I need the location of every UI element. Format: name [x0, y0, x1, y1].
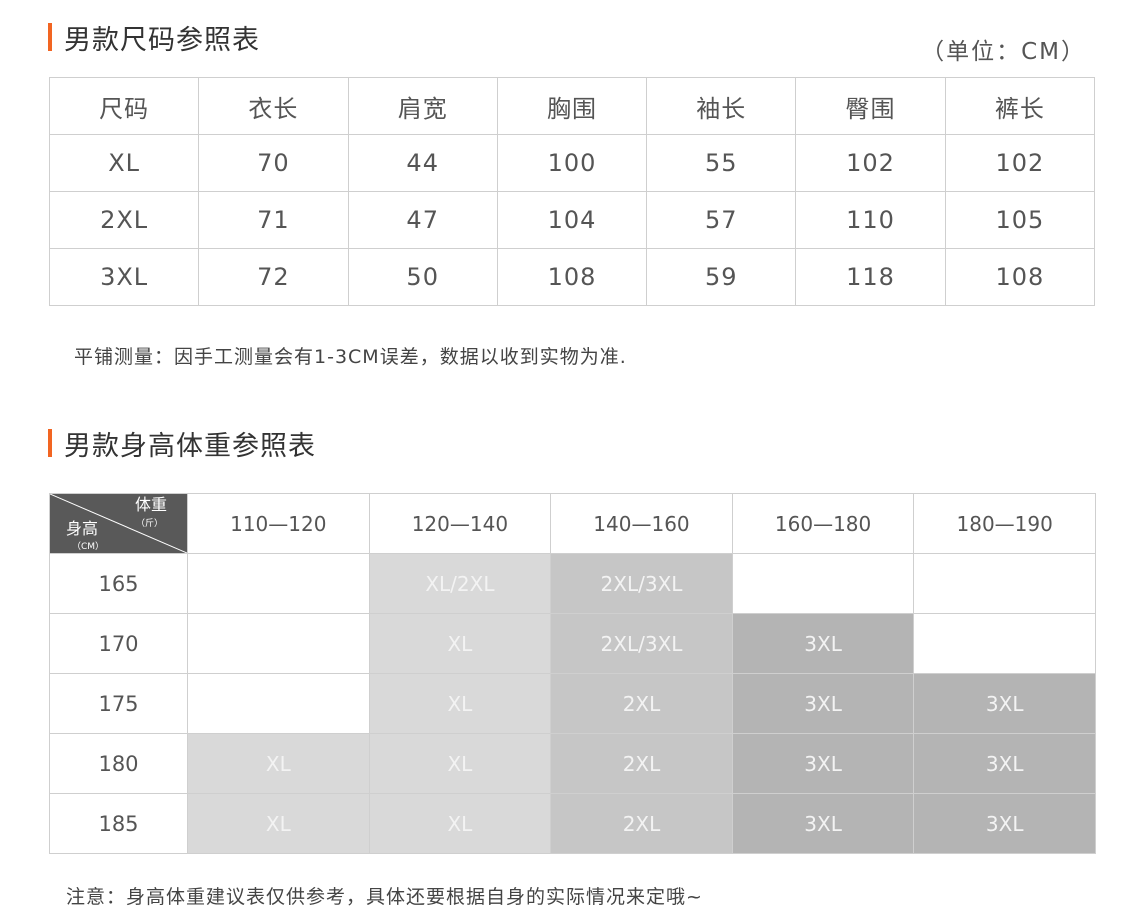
size-chart-cell: XL	[48, 134, 200, 192]
size-chart-row: XL 70 44 100 55 102 102	[48, 134, 1096, 192]
size-suggestion-cell: XL	[368, 733, 552, 794]
title-accent-bar	[48, 23, 52, 51]
size-chart-cell: 102	[795, 134, 946, 192]
size-chart-header-cell: 臀围	[795, 77, 946, 135]
size-chart-title-text: 男款尺码参照表	[64, 24, 260, 56]
height-weight-table: 体重 （斤） 身高 （CM） 110—120 120—140 140—160 1…	[49, 493, 1096, 854]
height-cell: 185	[49, 793, 188, 854]
size-suggestion-cell: 3XL	[731, 793, 915, 854]
weight-label: 体重	[134, 495, 167, 514]
size-chart-cell: 50	[347, 248, 498, 306]
size-suggestion-cell: 3XL	[731, 733, 915, 794]
size-suggestion-cell: XL	[368, 793, 552, 854]
size-chart-header-cell: 肩宽	[347, 77, 498, 135]
size-chart-header-row: 尺码 衣长 肩宽 胸围 袖长 臀围 裤长	[48, 77, 1096, 135]
size-chart-header-cell: 袖长	[646, 77, 797, 135]
size-chart-cell: 70	[198, 134, 349, 192]
weight-range-header: 180—190	[913, 493, 1096, 554]
size-suggestion-cell: 3XL	[913, 793, 1096, 854]
size-chart-cell: 108	[944, 248, 1096, 306]
size-suggestion-cell: 2XL/3XL	[550, 553, 733, 614]
height-cell: 165	[49, 553, 188, 614]
weight-range-header: 160—180	[731, 493, 915, 554]
weight-range-header: 140—160	[550, 493, 733, 554]
height-cell: 180	[49, 733, 188, 794]
size-suggestion-cell: 2XL	[550, 673, 733, 734]
hw-row: 180 XL XL 2XL 3XL 3XL	[49, 733, 1096, 794]
height-unit: （CM）	[72, 542, 105, 552]
height-label: 身高	[66, 519, 99, 538]
size-chart-header-cell: 尺码	[48, 77, 200, 135]
size-chart-header-cell: 衣长	[198, 77, 349, 135]
size-suggestion-cell: 3XL	[731, 673, 915, 734]
measurement-note: 平铺测量：因手工测量会有1-3CM误差，数据以收到实物为准.	[74, 346, 627, 368]
hw-row: 175 XL 2XL 3XL 3XL	[49, 673, 1096, 734]
unit-label: （单位：CM）	[921, 39, 1086, 65]
size-chart-cell: 2XL	[48, 191, 200, 249]
size-chart-cell: 71	[198, 191, 349, 249]
size-chart-cell: 59	[646, 248, 797, 306]
size-suggestion-cell: XL	[368, 613, 552, 674]
size-chart-cell: 3XL	[48, 248, 200, 306]
weight-range-header: 120—140	[368, 493, 552, 554]
size-suggestion-cell: 3XL	[913, 733, 1096, 794]
hw-header-row: 体重 （斤） 身高 （CM） 110—120 120—140 140—160 1…	[49, 493, 1096, 554]
hw-row: 170 XL 2XL/3XL 3XL	[49, 613, 1096, 674]
size-chart-cell: 110	[795, 191, 946, 249]
size-chart-cell: 47	[347, 191, 498, 249]
size-suggestion-cell: 2XL/3XL	[550, 613, 733, 674]
size-suggestion-cell	[913, 613, 1096, 674]
size-suggestion-cell	[187, 613, 370, 674]
size-chart-cell: 118	[795, 248, 946, 306]
size-chart-title: 男款尺码参照表	[48, 20, 260, 56]
size-chart-row: 3XL 72 50 108 59 118 108	[48, 248, 1096, 306]
hw-row: 185 XL XL 2XL 3XL 3XL	[49, 793, 1096, 854]
height-cell: 175	[49, 673, 188, 734]
size-chart-cell: 100	[496, 134, 648, 192]
size-chart-row: 2XL 71 47 104 57 110 105	[48, 191, 1096, 249]
size-chart-cell: 104	[496, 191, 648, 249]
size-chart-cell: 108	[496, 248, 648, 306]
size-chart-cell: 72	[198, 248, 349, 306]
size-suggestion-cell: XL	[187, 733, 370, 794]
height-weight-title-text: 男款身高体重参照表	[64, 430, 316, 462]
weight-unit: （斤）	[135, 519, 163, 529]
size-suggestion-cell: 2XL	[550, 733, 733, 794]
size-chart-cell: 55	[646, 134, 797, 192]
size-chart-cell: 102	[944, 134, 1096, 192]
hw-row: 165 XL/2XL 2XL/3XL	[49, 553, 1096, 614]
size-suggestion-cell: XL/2XL	[368, 553, 552, 614]
disclaimer-note: 注意：身高体重建议表仅供参考，具体还要根据自身的实际情况来定哦~	[66, 886, 703, 908]
size-chart-cell: 105	[944, 191, 1096, 249]
size-chart-header-cell: 胸围	[496, 77, 648, 135]
size-suggestion-cell: XL	[187, 793, 370, 854]
corner-cell: 体重 （斤） 身高 （CM）	[49, 493, 188, 554]
height-weight-title: 男款身高体重参照表	[48, 426, 316, 462]
size-suggestion-cell: XL	[368, 673, 552, 734]
size-chart-cell: 57	[646, 191, 797, 249]
size-suggestion-cell: 3XL	[913, 673, 1096, 734]
title-accent-bar	[48, 429, 52, 457]
size-suggestion-cell	[187, 553, 370, 614]
size-suggestion-cell: 2XL	[550, 793, 733, 854]
size-suggestion-cell	[913, 553, 1096, 614]
weight-range-header: 110—120	[187, 493, 370, 554]
size-chart-table: 尺码 衣长 肩宽 胸围 袖长 臀围 裤长 XL 70 44 100 55 102…	[48, 77, 1096, 306]
size-suggestion-cell	[187, 673, 370, 734]
size-chart-header-cell: 裤长	[944, 77, 1096, 135]
size-suggestion-cell: 3XL	[731, 613, 915, 674]
size-chart-cell: 44	[347, 134, 498, 192]
size-suggestion-cell	[731, 553, 915, 614]
height-cell: 170	[49, 613, 188, 674]
